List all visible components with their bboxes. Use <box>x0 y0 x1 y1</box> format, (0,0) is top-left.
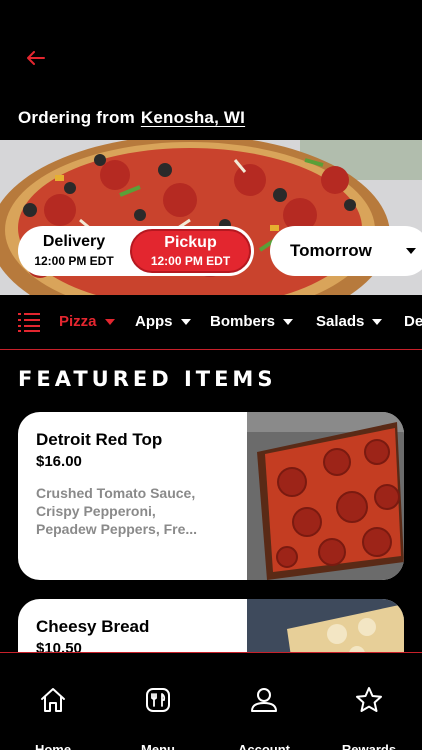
item-description: Crushed Tomato Sauce, Crispy Pepperoni, … <box>36 485 198 537</box>
arrow-left-icon <box>27 51 45 65</box>
bottom-navigation: Home Menu Account Rewards <box>0 652 422 750</box>
delivery-option[interactable]: Delivery 12:00 PM EDT <box>18 226 130 276</box>
category-bombers[interactable]: Bombers <box>210 313 294 330</box>
pickup-option[interactable]: Pickup 12:00 PM EDT <box>130 229 251 273</box>
home-icon <box>41 688 65 712</box>
day-selector[interactable]: Tomorrow <box>270 226 422 276</box>
category-bar: Pizza Apps Bombers Salads De <box>0 295 422 350</box>
delivery-time: 12:00 PM EDT <box>34 254 114 268</box>
detroit-pizza-image <box>247 412 404 580</box>
nav-label: Home <box>34 742 72 750</box>
item-price: $16.00 <box>36 453 82 470</box>
category-pizza[interactable]: Pizza <box>59 313 115 330</box>
category-label: Salads <box>316 313 365 330</box>
menu-icon <box>146 688 170 712</box>
back-button[interactable] <box>22 44 50 72</box>
chevron-down-icon <box>406 248 416 254</box>
category-desserts[interactable]: De <box>404 313 422 330</box>
delivery-label: Delivery <box>42 233 106 250</box>
nav-menu[interactable]: Menu <box>108 653 208 750</box>
ordering-from: Ordering from Kenosha, WI <box>18 108 245 128</box>
chevron-down-icon <box>372 318 383 325</box>
list-icon[interactable] <box>18 312 40 332</box>
nav-account[interactable]: Account <box>214 653 314 750</box>
category-label: Pizza <box>59 313 97 330</box>
item-name: Cheesy Bread <box>36 617 150 636</box>
nav-rewards[interactable]: Rewards <box>319 653 419 750</box>
star-icon <box>356 687 382 712</box>
pickup-time: 12:00 PM EDT <box>150 253 231 268</box>
item-name: Detroit Red Top <box>36 430 163 449</box>
nav-home[interactable]: Home <box>3 653 103 750</box>
order-mode-toggle: Delivery 12:00 PM EDT Pickup 12:00 PM ED… <box>18 226 254 276</box>
category-label: Apps <box>135 313 173 330</box>
chevron-down-icon <box>104 318 115 325</box>
category-label: De <box>404 313 422 330</box>
location-link[interactable]: Kenosha, WI <box>135 108 245 127</box>
featured-title: FEATURED ITEMS <box>18 367 277 391</box>
chevron-down-icon <box>180 318 191 325</box>
nav-label: Account <box>238 742 290 750</box>
chevron-down-icon <box>283 318 294 325</box>
category-label: Bombers <box>210 313 276 330</box>
day-label: Tomorrow <box>290 241 372 260</box>
category-apps[interactable]: Apps <box>135 313 191 330</box>
category-salads[interactable]: Salads <box>316 313 383 330</box>
ordering-prefix: Ordering from <box>18 108 135 127</box>
nav-label: Menu <box>141 742 175 750</box>
pickup-label: Pickup <box>164 233 217 251</box>
account-icon <box>251 688 277 712</box>
nav-label: Rewards <box>341 742 397 750</box>
featured-item-card[interactable]: Detroit Red Top $16.00 Crushed Tomato Sa… <box>18 412 404 580</box>
